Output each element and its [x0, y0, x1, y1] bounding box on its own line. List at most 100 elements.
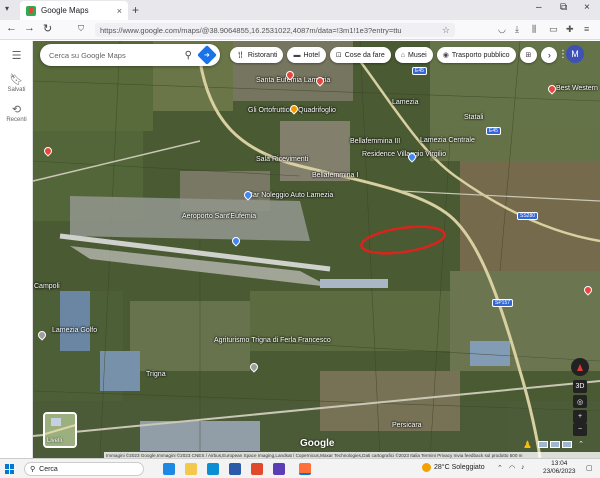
- back-arrow-icon[interactable]: ←: [6, 22, 17, 34]
- shield-icon[interactable]: ⛉: [78, 24, 84, 34]
- tray-chevron-icon[interactable]: ⌃: [497, 464, 503, 472]
- map-label[interactable]: Agriturismo Trigna di Ferla Francesco: [214, 337, 331, 344]
- app-icon[interactable]: [229, 463, 241, 475]
- satellite-map[interactable]: Santa Eufemia Lamezia Gli Ortofrutticoli…: [0, 41, 600, 458]
- road-number-badge: E45: [486, 127, 501, 135]
- address-bar[interactable]: https://www.google.com/maps/@38.9064855,…: [95, 23, 455, 37]
- imagery-thumb[interactable]: [550, 441, 560, 448]
- layers-label: Livelli: [47, 438, 63, 444]
- recent-label: Recenti: [6, 117, 27, 123]
- expand-icon[interactable]: ⌃: [576, 437, 586, 450]
- clock-time: 13:04: [551, 460, 568, 467]
- map-label[interactable]: Bellafemmina III: [350, 138, 400, 145]
- close-tab-icon[interactable]: ×: [117, 6, 122, 16]
- hamburger-menu-button[interactable]: ☰: [0, 49, 33, 62]
- chip-label: Cose da fare: [344, 51, 385, 59]
- bookmark-icon: 🔖︎: [9, 74, 24, 86]
- system-clock[interactable]: 13:04 23/06/2023: [543, 460, 576, 476]
- satellite-imagery[interactable]: [0, 41, 600, 458]
- map-label[interactable]: Car Noleggio Auto Lamezia: [248, 192, 333, 199]
- hotel-icon: ▬: [293, 51, 301, 59]
- map-label[interactable]: Lamezia Golfo: [52, 327, 97, 334]
- pegman-icon[interactable]: ♟: [523, 440, 532, 451]
- office-icon[interactable]: [251, 463, 263, 475]
- history-icon: ⟲: [11, 104, 22, 116]
- imagery-thumb[interactable]: [538, 441, 548, 448]
- map-label[interactable]: Lamezia Centrale: [420, 137, 475, 144]
- file-explorer-icon[interactable]: [185, 463, 197, 475]
- chip-label: Hotel: [303, 51, 320, 59]
- reader-icon[interactable]: ▭: [549, 24, 558, 35]
- sun-icon: [422, 463, 431, 472]
- zoom-out-button[interactable]: −: [573, 423, 587, 436]
- library-icon[interactable]: ⫼: [532, 24, 536, 35]
- chip-transit[interactable]: ◉ Trasporto pubblico: [436, 47, 516, 63]
- bookmark-star-icon[interactable]: ☆: [442, 25, 450, 36]
- taskbar-search[interactable]: ⚲ Cerca: [24, 462, 144, 476]
- pocket-icon[interactable]: ◡: [498, 24, 506, 35]
- downloads-icon[interactable]: ⤓: [515, 24, 519, 35]
- google-apps-icon[interactable]: ⋮⋮: [548, 49, 568, 60]
- url-text[interactable]: https://www.google.com/maps/@38.9064855,…: [100, 26, 438, 35]
- tab-list-icon[interactable]: ▾: [5, 4, 9, 13]
- firefox-icon[interactable]: [299, 463, 311, 475]
- notifications-icon[interactable]: ▢: [586, 464, 593, 472]
- widgets-app-icon[interactable]: [163, 463, 175, 475]
- map-label[interactable]: Trigna: [146, 371, 166, 378]
- app-icon[interactable]: [273, 463, 285, 475]
- close-window-button[interactable]: ×: [584, 2, 590, 13]
- map-label[interactable]: Residence Villaggio Virgilio: [362, 151, 446, 158]
- maximize-button[interactable]: ⧉: [560, 2, 567, 13]
- windows-start-icon[interactable]: [5, 464, 15, 474]
- browser-tab[interactable]: Google Maps ×: [20, 1, 128, 20]
- search-icon: ⚲: [30, 466, 36, 473]
- my-location-icon[interactable]: ◎: [573, 395, 587, 408]
- new-tab-button[interactable]: +: [132, 3, 139, 17]
- browser-nav-bar: ← → ↻ ⛉ https://www.google.com/maps/@38.…: [0, 20, 600, 40]
- weather-widget[interactable]: 28°C Soleggiato: [422, 463, 485, 472]
- chip-label: Ristoranti: [247, 51, 278, 59]
- chip-pharmacy[interactable]: ⊞: [519, 47, 538, 63]
- imagery-thumb[interactable]: [562, 441, 572, 448]
- layers-button[interactable]: Livelli: [43, 412, 77, 448]
- chip-restaurants[interactable]: 🍴︎ Ristoranti: [230, 47, 284, 63]
- chip-label: Trasporto pubblico: [451, 51, 510, 59]
- chip-museums[interactable]: ⌂ Musei: [394, 47, 433, 63]
- map-label[interactable]: Sala Ricevimenti: [256, 156, 308, 163]
- chip-hotels[interactable]: ▬ Hotel: [287, 47, 326, 63]
- maps-sidebar: ☰ 🔖︎ Salvati ⟲ Recenti: [0, 41, 33, 458]
- app-menu-icon[interactable]: ≡: [584, 24, 589, 34]
- saved-button[interactable]: 🔖︎ Salvati: [0, 73, 33, 93]
- compass-icon[interactable]: [571, 358, 589, 376]
- volume-icon[interactable]: ♪: [521, 464, 525, 471]
- map-label[interactable]: Persicara: [392, 422, 422, 429]
- directions-button[interactable]: ➜: [197, 45, 217, 65]
- 3d-toggle-button[interactable]: 3D: [573, 380, 587, 393]
- account-avatar[interactable]: M: [566, 45, 584, 63]
- map-label[interactable]: Lamezia: [392, 99, 418, 106]
- zoom-in-button[interactable]: +: [573, 410, 587, 423]
- search-box[interactable]: ⚲ ➜: [40, 44, 220, 66]
- map-label[interactable]: Campoli: [34, 283, 60, 290]
- clock-date: 23/06/2023: [543, 468, 576, 475]
- map-label[interactable]: Statali: [464, 114, 483, 121]
- museum-icon: ⌂: [400, 51, 406, 59]
- edge-browser-icon[interactable]: [207, 463, 219, 475]
- extensions-icon[interactable]: ✚: [566, 24, 574, 35]
- chip-things-to-do[interactable]: ⊡ Cose da fare: [329, 47, 391, 63]
- road-number-badge: SP157: [492, 299, 514, 307]
- search-icon[interactable]: ⚲: [185, 50, 192, 61]
- map-label[interactable]: Bellafemmina I: [312, 172, 358, 179]
- browser-tab-bar: ▾ Google Maps × + – ⧉ ×: [0, 0, 600, 20]
- map-label[interactable]: Aeroporto Sant'Eufemia: [182, 213, 256, 220]
- imagery-thumbnails[interactable]: [538, 441, 572, 448]
- minimize-button[interactable]: –: [536, 2, 542, 13]
- category-chips: 🍴︎ Ristoranti ▬ Hotel ⊡ Cose da fare ⌂ M…: [230, 47, 558, 63]
- recent-button[interactable]: ⟲ Recenti: [0, 103, 33, 123]
- google-logo: Google: [300, 438, 335, 449]
- forward-arrow-icon[interactable]: →: [24, 22, 35, 34]
- wifi-icon[interactable]: ◠: [509, 464, 515, 472]
- reload-icon[interactable]: ↻: [43, 22, 52, 35]
- map-label[interactable]: Best Western: [556, 85, 598, 92]
- search-input[interactable]: [49, 50, 185, 60]
